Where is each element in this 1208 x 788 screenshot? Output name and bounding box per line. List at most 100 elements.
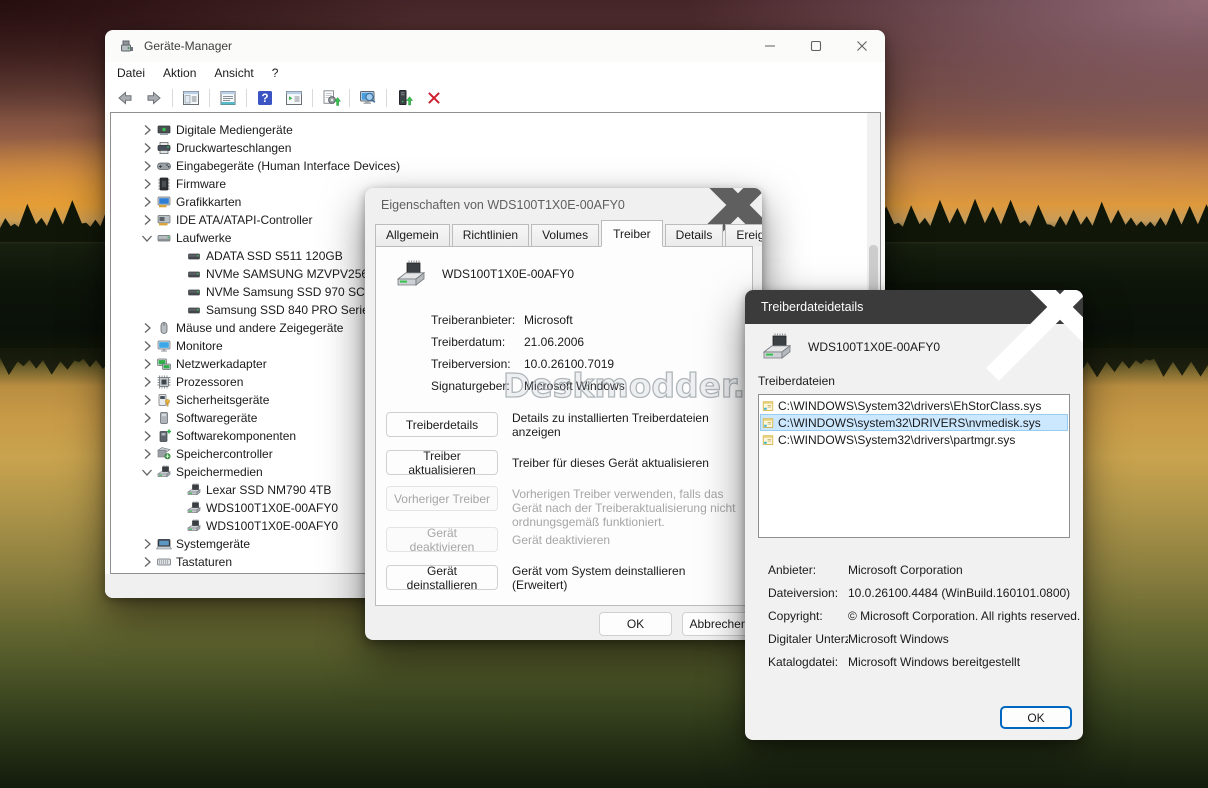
chevron-right-icon[interactable]	[139, 410, 155, 426]
toolbar-update-driver-icon[interactable]	[394, 87, 416, 109]
tab-treiber[interactable]: Treiber	[601, 220, 663, 247]
toolbar: ?	[105, 84, 885, 112]
tree-item-label: Laufwerke	[176, 231, 231, 245]
tree-item-label: Speichermedien	[176, 465, 263, 479]
ok-button[interactable]: OK	[1000, 706, 1072, 729]
field-value: Microsoft Corporation	[848, 563, 963, 577]
driver-tab-page: WDS100T1X0E-00AFY0 Treiberanbieter:Micro…	[375, 246, 753, 606]
field-value: 10.0.26100.7019	[524, 357, 614, 371]
toolbar-search-computer-icon[interactable]	[357, 87, 379, 109]
tab-details[interactable]: Details	[665, 224, 724, 246]
forward-icon	[144, 88, 164, 108]
driver-file-row[interactable]: C:\WINDOWS\System32\drivers\partmgr.sys	[760, 431, 1068, 448]
keyboard-icon	[156, 554, 172, 570]
driver-file-row[interactable]: C:\WINDOWS\System32\drivers\EhStorClass.…	[760, 397, 1068, 414]
maximize-button[interactable]	[793, 30, 839, 62]
scan-hardware-icon	[321, 88, 341, 108]
chevron-right-icon[interactable]	[139, 536, 155, 552]
chevron-right-icon[interactable]	[139, 554, 155, 570]
tree-item-label: IDE ATA/ATAPI-Controller	[176, 213, 312, 227]
toolbar-scan-hardware-icon[interactable]	[320, 87, 342, 109]
device-name: WDS100T1X0E-00AFY0	[808, 340, 940, 354]
action-description: Gerät deaktivieren	[512, 532, 610, 547]
toolbar-action-pane-icon[interactable]	[283, 87, 305, 109]
menu-item-?[interactable]: ?	[263, 64, 288, 82]
chevron-right-icon[interactable]	[139, 338, 155, 354]
menu-item-aktion[interactable]: Aktion	[154, 64, 205, 82]
driver-action-row: Treiber aktualisierenTreiber für dieses …	[386, 450, 742, 475]
uninstall-icon	[424, 88, 444, 108]
tab-richtlinien[interactable]: Richtlinien	[452, 224, 529, 246]
chevron-down-icon[interactable]	[139, 230, 155, 246]
chevron-right-icon[interactable]	[139, 356, 155, 372]
update-driver-icon	[395, 88, 415, 108]
tree-item[interactable]: Digitale Mediengeräte	[111, 121, 867, 139]
toolbar-back-icon[interactable]	[114, 87, 136, 109]
chevron-down-icon[interactable]	[139, 464, 155, 480]
tree-item-label: Softwaregeräte	[176, 411, 257, 425]
toolbar-console-tree-icon[interactable]	[180, 87, 202, 109]
gerät-deinstallieren-button[interactable]: Gerät deinstallieren	[386, 565, 498, 590]
chevron-right-icon[interactable]	[139, 158, 155, 174]
driver-field: Signaturgeber:Microsoft Windows	[431, 375, 625, 397]
field-value: Microsoft Windows	[524, 379, 625, 393]
toolbar-help-icon[interactable]: ?	[254, 87, 276, 109]
toolbar-properties-icon[interactable]	[217, 87, 239, 109]
close-button[interactable]	[839, 30, 885, 62]
tab-volumes[interactable]: Volumes	[531, 224, 599, 246]
tree-item-label: NVMe SAMSUNG MZVPV256 SC	[206, 267, 388, 281]
field-label: Signaturgeber:	[431, 379, 524, 393]
chevron-right-icon[interactable]	[139, 374, 155, 390]
menu-item-ansicht[interactable]: Ansicht	[205, 64, 262, 82]
tab-ereignisse[interactable]: Ereignisse	[725, 224, 762, 246]
driver-action-row: Vorheriger TreiberVorherigen Treiber ver…	[386, 486, 742, 529]
chevron-right-icon[interactable]	[139, 446, 155, 462]
field-value: 21.06.2006	[524, 335, 584, 349]
treiberdetails-button[interactable]: Treiberdetails	[386, 412, 498, 437]
chevron-right-icon[interactable]	[139, 194, 155, 210]
chevron-right-icon[interactable]	[139, 320, 155, 336]
file-info-fields: Anbieter:Microsoft CorporationDateiversi…	[768, 558, 1073, 673]
security-device-icon	[156, 392, 172, 408]
disk-drive-icon	[394, 259, 428, 289]
driver-info-fields: Treiberanbieter:MicrosoftTreiberdatum:21…	[431, 309, 625, 397]
back-icon	[115, 88, 135, 108]
tree-item-label: Mäuse und andere Zeigegeräte	[176, 321, 343, 335]
minimize-button[interactable]	[747, 30, 793, 62]
sys-file-icon	[761, 433, 775, 447]
treiber-aktualisieren-button[interactable]: Treiber aktualisieren	[386, 450, 498, 475]
field-label: Dateiversion:	[768, 586, 848, 600]
action-description: Vorherigen Treiber verwenden, falls das …	[512, 486, 742, 529]
chevron-right-icon[interactable]	[139, 392, 155, 408]
menu-item-datei[interactable]: Datei	[108, 64, 154, 82]
driver-file-row[interactable]: C:\WINDOWS\system32\DRIVERS\nvmedisk.sys	[760, 414, 1068, 431]
disk-icon	[186, 248, 202, 264]
tree-item-label: WDS100T1X0E-00AFY0	[206, 519, 338, 533]
tree-item-label: Eingabegeräte (Human Interface Devices)	[176, 159, 400, 173]
chevron-right-icon[interactable]	[139, 428, 155, 444]
device-header: WDS100T1X0E-00AFY0	[760, 332, 940, 362]
close-button[interactable]	[1041, 291, 1079, 323]
toolbar-forward-icon[interactable]	[143, 87, 165, 109]
sys-file-icon	[761, 399, 775, 413]
tree-item[interactable]: Eingabegeräte (Human Interface Devices)	[111, 157, 867, 175]
toolbar-separator	[172, 89, 173, 107]
device-manager-app-icon	[119, 38, 135, 54]
chevron-right-icon[interactable]	[139, 176, 155, 192]
toolbar-separator	[312, 89, 313, 107]
close-button[interactable]	[720, 190, 756, 220]
chevron-right-icon[interactable]	[139, 122, 155, 138]
ok-button[interactable]: OK	[599, 612, 672, 636]
file-info-field: Copyright:© Microsoft Corporation. All r…	[768, 604, 1073, 627]
properties-icon	[218, 88, 238, 108]
action-pane-icon	[284, 88, 304, 108]
tree-item[interactable]: Druckwarteschlangen	[111, 139, 867, 157]
chevron-right-icon[interactable]	[139, 140, 155, 156]
storage-media-icon	[156, 464, 172, 480]
minimize-icon	[760, 36, 780, 56]
tab-allgemein[interactable]: Allgemein	[375, 224, 450, 246]
toolbar-uninstall-icon[interactable]	[423, 87, 445, 109]
chevron-right-icon[interactable]	[139, 212, 155, 228]
field-value: Microsoft	[524, 313, 573, 327]
nvme-icon	[186, 518, 202, 534]
